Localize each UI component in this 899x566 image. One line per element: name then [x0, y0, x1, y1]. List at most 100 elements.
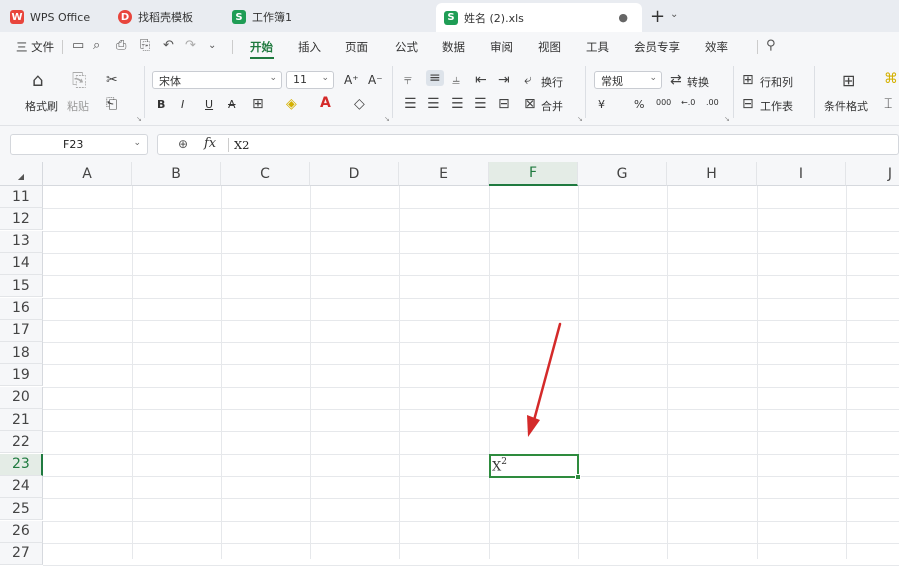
bold-button[interactable]: B	[157, 98, 165, 111]
tab-wps-office[interactable]: W WPS Office	[10, 4, 110, 30]
conditional-format-button[interactable]: 条件格式	[824, 98, 868, 114]
export-icon[interactable]: ⌕	[93, 38, 100, 53]
rows-cols-button[interactable]: 行和列	[760, 74, 793, 90]
tab-list-chevron-icon[interactable]: ⌄	[670, 9, 678, 20]
daoke-icon: D	[118, 10, 132, 24]
copy-icon[interactable]: ⎗	[106, 96, 117, 112]
distribute-icon[interactable]: ⊟	[498, 96, 510, 112]
unsaved-dot-icon[interactable]: ●	[618, 11, 628, 24]
underline-button[interactable]: U	[205, 98, 213, 111]
menu-view[interactable]: 视图	[538, 39, 561, 55]
menu-member[interactable]: 会员专享	[634, 39, 680, 55]
fx-icon[interactable]: fx	[204, 136, 216, 151]
number-format-value: 常规	[601, 75, 623, 88]
merge-icon[interactable]: ⊠	[524, 96, 536, 112]
sheet-icon: S	[232, 10, 246, 24]
increase-font-icon[interactable]: A⁺	[344, 73, 359, 87]
tab-label: WPS Office	[30, 10, 91, 24]
chevron-down-icon: ⌄	[321, 73, 329, 83]
align-center-icon[interactable]: ☰	[427, 96, 440, 112]
annotation-arrow	[527, 322, 562, 437]
print-icon[interactable]: ⎙	[116, 38, 126, 53]
font-name-select[interactable]: 宋体 ⌄	[152, 71, 282, 89]
indent-increase-icon[interactable]: ⇥	[498, 72, 510, 88]
clear-format-icon[interactable]: ◇	[354, 96, 365, 112]
paste-button[interactable]: 粘贴	[67, 98, 89, 114]
worksheet-button[interactable]: 工作表	[760, 98, 793, 114]
menu-tools[interactable]: 工具	[586, 39, 609, 55]
thousands-icon[interactable]: 000	[656, 98, 671, 107]
menu-formula[interactable]: 公式	[395, 39, 418, 55]
print-preview-icon[interactable]: ⎘	[140, 38, 150, 53]
italic-button[interactable]: I	[181, 98, 184, 111]
percent-button[interactable]: %	[634, 98, 644, 111]
border-icon[interactable]: ⊞	[252, 96, 264, 112]
menu-bar: 三 文件 ▭ ⌕ ⎙ ⎘ ↶ ↷ ⌄ 开始 插入 页面 公式 数据 审阅 视图 …	[0, 32, 899, 60]
ribbon-toolbar: ⌂ 格式刷 ⎘ 粘贴 ✂ ⎗ ↘ 宋体 ⌄ 11 ⌄ A⁺ A⁻ B I U A…	[0, 60, 899, 126]
title-tab-bar: W WPS Office D 找稻壳模板 S 工作簿1 S 姓名 (2).xls…	[0, 0, 899, 32]
menu-data[interactable]: 数据	[442, 39, 465, 55]
indent-decrease-icon[interactable]: ⇤	[475, 72, 487, 88]
paste-icon[interactable]: ⎘	[72, 70, 86, 91]
align-left-icon[interactable]: ☰	[404, 96, 417, 112]
font-color-icon[interactable]: A	[320, 95, 331, 111]
align-bottom-icon[interactable]: ⫨	[452, 72, 460, 88]
align-right-icon[interactable]: ☰	[451, 96, 464, 112]
font-size-select[interactable]: 11 ⌄	[286, 71, 334, 89]
divider	[392, 66, 393, 118]
font-name-value: 宋体	[159, 75, 181, 88]
format-painter-icon[interactable]: ⌂	[32, 70, 43, 91]
number-expand-icon[interactable]: ↘	[724, 115, 730, 123]
quick-access-chevron-icon[interactable]: ⌄	[208, 40, 216, 51]
increase-decimal-icon[interactable]: ←.0	[681, 98, 695, 107]
decrease-font-icon[interactable]: A⁻	[368, 73, 383, 87]
menu-review[interactable]: 审阅	[490, 39, 513, 55]
formula-input[interactable]: ⊕ fx X2	[157, 134, 899, 155]
format-painter-button[interactable]: 格式刷	[25, 98, 58, 114]
name-box[interactable]: F23 ⌄	[10, 134, 148, 155]
wrap-text-button[interactable]: 换行	[541, 74, 563, 90]
cut-icon[interactable]: ✂	[106, 72, 118, 88]
conditional-format-icon[interactable]: ⊞	[842, 71, 855, 90]
redo-icon[interactable]: ↷	[185, 38, 196, 53]
menu-efficiency[interactable]: 效率	[705, 39, 728, 55]
font-expand-icon[interactable]: ↘	[384, 115, 390, 123]
number-format-select[interactable]: 常规 ⌄	[594, 71, 662, 89]
justify-icon[interactable]: ☰	[474, 96, 487, 112]
save-icon[interactable]: ▭	[72, 38, 84, 53]
currency-button[interactable]: ¥	[598, 98, 605, 111]
table-style-icon[interactable]: ⌶	[884, 96, 892, 112]
rows-cols-icon[interactable]: ⊞	[742, 72, 754, 88]
tab-workbook1[interactable]: S 工作簿1	[232, 4, 422, 30]
menu-insert[interactable]: 插入	[298, 39, 321, 55]
wrap-text-icon[interactable]: ⤶	[524, 72, 532, 88]
tab-active-file[interactable]: S 姓名 (2).xls ●	[436, 3, 642, 32]
tab-daoke-template[interactable]: D 找稻壳模板	[118, 4, 223, 30]
tab-label: 姓名 (2).xls	[464, 11, 524, 25]
decrease-decimal-icon[interactable]: .00	[706, 98, 719, 107]
undo-icon[interactable]: ↶	[163, 38, 174, 53]
align-middle-icon[interactable]: ≡	[426, 70, 444, 86]
merge-button[interactable]: 合并	[541, 98, 563, 114]
alignment-expand-icon[interactable]: ↘	[577, 115, 583, 123]
menu-home[interactable]: 开始	[250, 39, 273, 55]
zoom-icon[interactable]: ⊕	[178, 137, 188, 151]
menu-page[interactable]: 页面	[345, 39, 368, 55]
clipboard-expand-icon[interactable]: ↘	[136, 115, 142, 123]
active-menu-underline	[250, 57, 274, 59]
menu-file[interactable]: 三 文件	[16, 39, 54, 55]
search-icon[interactable]: ⚲	[766, 38, 776, 53]
worksheet-icon[interactable]: ⊟	[742, 96, 754, 112]
convert-icon[interactable]: ⇄	[670, 72, 682, 88]
wps-logo-icon: W	[10, 10, 24, 24]
cell-style-icon[interactable]: ⌘	[884, 71, 898, 87]
new-tab-plus-icon[interactable]: +	[650, 6, 665, 27]
align-top-icon[interactable]: ⫧	[404, 72, 412, 88]
convert-button[interactable]: 转换	[687, 74, 709, 90]
chevron-down-icon: ⌄	[649, 73, 657, 83]
cell-reference: F23	[63, 138, 84, 151]
formula-bar: F23 ⌄ ⊕ fx X2	[0, 126, 899, 162]
divider	[733, 66, 734, 118]
strikethrough-button[interactable]: A	[228, 98, 236, 111]
fill-color-icon[interactable]: ◈	[286, 96, 297, 112]
